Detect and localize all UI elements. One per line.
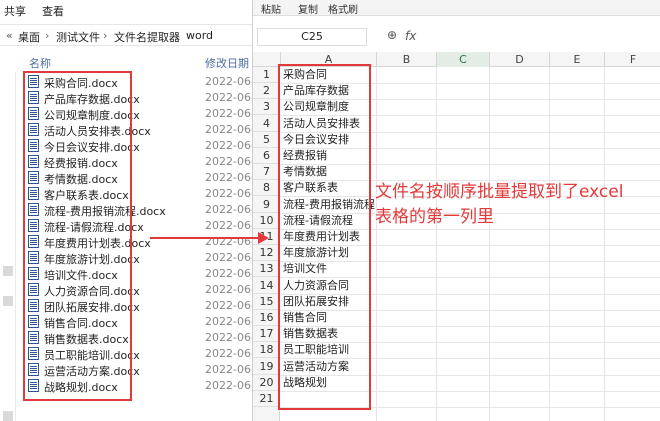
row-header[interactable]: 13 <box>253 261 280 277</box>
file-modified-date: 2022-06-0 <box>205 203 252 216</box>
file-modified-date: 2022-06-0 <box>205 91 252 104</box>
column-header-d[interactable]: D <box>489 52 549 67</box>
breadcrumb-desktop[interactable]: 桌面 <box>18 29 40 45</box>
tab-view[interactable]: 查看 <box>42 3 64 19</box>
row-header[interactable]: 7 <box>253 164 280 180</box>
breadcrumb-filename-extractor[interactable]: 文件名提取器 <box>114 29 180 45</box>
file-modified-date: 2022-06-0 <box>205 107 252 120</box>
grid-line <box>436 67 437 421</box>
breadcrumb-separator-icon: › <box>45 29 50 42</box>
file-modified-date: 2022-06-0 <box>205 155 252 168</box>
copy-button[interactable]: 复制 <box>298 1 318 16</box>
file-modified-date: 2022-06-0 <box>205 363 252 376</box>
function-icon[interactable]: fx <box>405 29 416 43</box>
column-header-b[interactable]: B <box>376 52 436 67</box>
excel-toolbar: 粘贴 复制 格式刷 <box>253 0 660 16</box>
file-modified-date: 2022-06-0 <box>205 283 252 296</box>
row-header[interactable]: 14 <box>253 278 280 294</box>
explorer-ribbon-tabs: 共享 查看 <box>0 0 252 18</box>
breadcrumb-test-files[interactable]: 测试文件 <box>56 29 100 45</box>
file-modified-date: 2022-06-0 <box>205 267 252 280</box>
breadcrumb-word[interactable]: word <box>186 29 213 42</box>
formula-bar: C25 ⊕ fx <box>253 26 660 48</box>
column-header-e[interactable]: E <box>549 52 604 67</box>
row-header[interactable]: 15 <box>253 294 280 310</box>
file-modified-date: 2022-06-0 <box>205 315 252 328</box>
file-explorer-window: 共享 查看 « 桌面 › 测试文件 › 文件名提取器 › word 名称 修改日… <box>0 0 252 421</box>
zoom-icon[interactable]: ⊕ <box>387 28 397 42</box>
row-header[interactable]: 6 <box>253 148 280 164</box>
tab-share[interactable]: 共享 <box>4 3 26 19</box>
address-bar[interactable]: « 桌面 › 测试文件 › 文件名提取器 › word <box>0 24 252 46</box>
file-modified-date: 2022-06-0 <box>205 171 252 184</box>
file-modified-date: 2022-06-0 <box>205 331 252 344</box>
row-header[interactable]: 16 <box>253 310 280 326</box>
annotation-line-1: 文件名按顺序批量提取到了excel <box>375 182 624 202</box>
breadcrumb-separator-icon: › <box>175 29 180 42</box>
breadcrumb-separator-icon: › <box>103 29 108 42</box>
nav-pane-item-icon[interactable] <box>3 266 13 276</box>
paste-button[interactable]: 粘贴 <box>261 1 281 16</box>
nav-pane-item-icon[interactable] <box>3 411 13 421</box>
file-modified-date: 2022-06-0 <box>205 379 252 392</box>
file-modified-date: 2022-06-0 <box>205 299 252 312</box>
file-modified-date: 2022-06-0 <box>205 139 252 152</box>
file-modified-date: 2022-06-0 <box>205 187 252 200</box>
row-header[interactable]: 5 <box>253 132 280 148</box>
file-modified-date: 2022-06-0 <box>205 347 252 360</box>
navigation-pane <box>0 72 16 421</box>
format-painter-button[interactable]: 格式刷 <box>328 1 358 16</box>
grid-line <box>549 67 550 421</box>
file-modified-date: 2022-06-0 <box>205 251 252 264</box>
nav-pane-item-icon[interactable] <box>3 296 13 306</box>
file-modified-date: 2022-06-0 <box>205 123 252 136</box>
highlight-box-file-list <box>23 71 132 401</box>
grid-line <box>376 67 377 421</box>
row-header[interactable]: 10 <box>253 213 280 229</box>
row-header[interactable]: 20 <box>253 375 280 391</box>
row-header[interactable]: 21 <box>253 391 280 407</box>
row-header[interactable]: 9 <box>253 197 280 213</box>
annotation-line-2: 表格的第一列里 <box>375 207 494 227</box>
row-header[interactable]: 8 <box>253 180 280 196</box>
column-header-name[interactable]: 名称 <box>29 55 51 71</box>
grid-line <box>604 67 605 421</box>
grid-line <box>489 67 490 421</box>
annotation-text: 文件名按顺序批量提取到了excel 表格的第一列里 <box>375 180 655 230</box>
column-header-modified-date[interactable]: 修改日期 <box>205 55 249 71</box>
breadcrumb-overflow-icon[interactable]: « <box>6 29 13 42</box>
row-header[interactable]: 4 <box>253 116 280 132</box>
row-header[interactable]: 18 <box>253 342 280 358</box>
row-header[interactable]: 17 <box>253 326 280 342</box>
column-header-c[interactable]: C <box>436 52 489 67</box>
red-arrow-icon <box>150 232 269 244</box>
row-header[interactable]: 19 <box>253 359 280 375</box>
highlight-box-column-a <box>278 64 371 410</box>
name-box[interactable]: C25 <box>257 28 367 46</box>
screenshot-root: 共享 查看 « 桌面 › 测试文件 › 文件名提取器 › word 名称 修改日… <box>0 0 660 421</box>
row-header[interactable]: 1 <box>253 67 280 83</box>
column-header-f[interactable]: F <box>604 52 660 67</box>
row-header[interactable]: 2 <box>253 83 280 99</box>
file-modified-date: 2022-06-0 <box>205 75 252 88</box>
row-header[interactable]: 3 <box>253 99 280 115</box>
